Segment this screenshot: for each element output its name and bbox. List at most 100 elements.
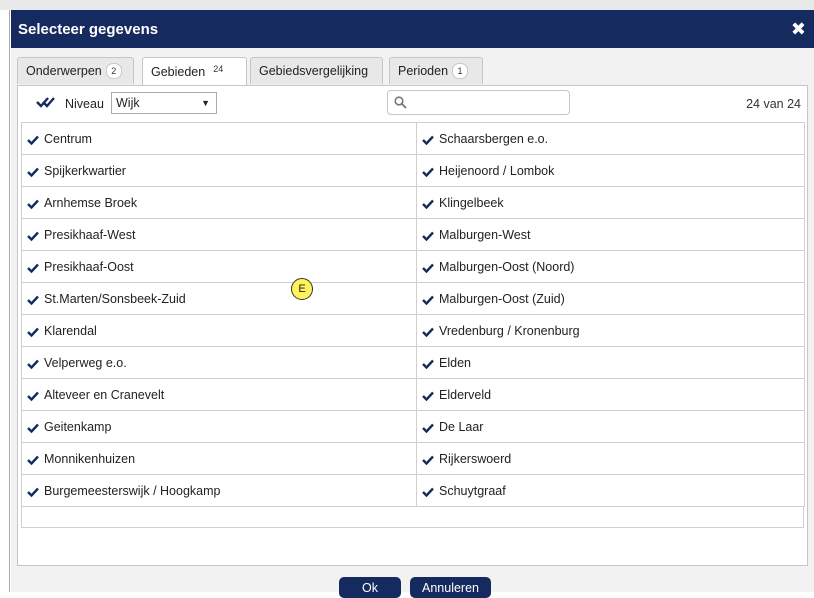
area-label: Centrum — [44, 131, 92, 146]
tab-label: Perioden — [398, 64, 449, 78]
area-item[interactable]: Burgemeesterswijk / Hoogkamp — [22, 475, 417, 507]
area-label: St.Marten/Sonsbeek-Zuid — [44, 291, 186, 306]
search-icon — [394, 96, 407, 112]
area-label: Malburgen-Oost (Noord) — [439, 259, 575, 274]
tab-badge: 24 — [213, 63, 224, 74]
close-icon[interactable]: ✖ — [791, 20, 806, 38]
areas-toolbar: Niveau Wijk ▼ 24 van 24 — [18, 86, 807, 122]
area-item[interactable]: St.Marten/Sonsbeek-Zuid — [22, 283, 417, 315]
area-item[interactable]: Malburgen-Oost (Zuid) — [417, 283, 805, 315]
check-icon — [422, 262, 434, 273]
area-item[interactable]: Malburgen-Oost (Noord) — [417, 251, 805, 283]
tab-label: Gebieden — [151, 64, 206, 79]
area-item[interactable]: Velperweg e.o. — [22, 347, 417, 379]
tab-label: Onderwerpen — [26, 64, 102, 78]
check-icon — [422, 390, 434, 401]
check-icon — [27, 294, 39, 305]
check-icon — [422, 134, 434, 145]
area-item[interactable]: Klarendal — [22, 315, 417, 347]
background-window — [0, 0, 814, 10]
area-item[interactable]: Centrum — [22, 123, 417, 155]
area-label: Elden — [439, 355, 471, 370]
tab-badge: 2 — [105, 63, 122, 79]
list-footer — [21, 507, 804, 528]
check-icon — [27, 198, 39, 209]
area-label: Rijkerswoerd — [439, 451, 512, 466]
check-icon — [27, 262, 39, 273]
niveau-label: Niveau — [65, 97, 104, 111]
area-item[interactable]: Schuytgraaf — [417, 475, 805, 507]
check-all-icon[interactable] — [36, 96, 56, 111]
check-icon — [27, 486, 39, 497]
area-item[interactable]: Presikhaaf-Oost — [22, 251, 417, 283]
area-list: Centrum Schaarsbergen e.o. Spijkerkwartier… — [21, 122, 805, 507]
area-item[interactable]: Elden — [417, 347, 805, 379]
tab-bar: Onderwerpen 2 Gebieden 24 Gebiedsvergeli… — [11, 48, 814, 85]
check-icon — [27, 454, 39, 465]
area-label: Monnikenhuizen — [44, 451, 136, 466]
check-icon — [422, 358, 434, 369]
tab-badge: 1 — [452, 63, 469, 79]
area-item[interactable]: Monnikenhuizen — [22, 443, 417, 475]
niveau-select[interactable]: Wijk ▼ — [111, 92, 217, 114]
dialog-title: Selecteer gegevens — [18, 20, 159, 38]
area-label: Schuytgraaf — [439, 483, 506, 498]
area-item[interactable]: Vredenburg / Kronenburg — [417, 315, 805, 347]
area-label: Arnhemse Broek — [44, 195, 138, 210]
area-item[interactable]: Elderveld — [417, 379, 805, 411]
check-icon — [422, 454, 434, 465]
tab-gebieden[interactable]: Gebieden 24 — [142, 57, 247, 85]
check-icon — [27, 422, 39, 433]
ok-button[interactable]: Ok — [339, 577, 401, 598]
area-label: De Laar — [439, 419, 484, 434]
dialog-titlebar: Selecteer gegevens ✖ — [11, 10, 814, 48]
area-item[interactable]: Presikhaaf-West — [22, 219, 417, 251]
tab-perioden[interactable]: Perioden 1 — [389, 57, 483, 84]
check-icon — [27, 166, 39, 177]
area-label: Klarendal — [44, 323, 97, 338]
check-icon — [27, 390, 39, 401]
area-label: Malburgen-West — [439, 227, 531, 242]
area-item[interactable]: Alteveer en Cranevelt — [22, 379, 417, 411]
tab-onderwerpen[interactable]: Onderwerpen 2 — [17, 57, 134, 84]
tab-gebiedsvergelijking[interactable]: Gebiedsvergelijking — [250, 57, 383, 84]
area-item[interactable]: Spijkerkwartier — [22, 155, 417, 187]
selection-count: 24 van 24 — [746, 97, 801, 111]
check-icon — [422, 230, 434, 241]
areas-panel: Niveau Wijk ▼ 24 van 24 Centrum Schaarsbe… — [17, 85, 808, 566]
area-item[interactable]: Schaarsbergen e.o. — [417, 123, 805, 155]
check-icon — [27, 134, 39, 145]
check-icon — [422, 198, 434, 209]
cancel-button[interactable]: Annuleren — [410, 577, 491, 598]
area-label: Heijenoord / Lombok — [439, 163, 555, 178]
area-item[interactable]: Heijenoord / Lombok — [417, 155, 805, 187]
background-edge — [0, 10, 10, 592]
area-item[interactable]: Geitenkamp — [22, 411, 417, 443]
area-label: Malburgen-Oost (Zuid) — [439, 291, 565, 306]
area-item[interactable]: Malburgen-West — [417, 219, 805, 251]
chevron-down-icon: ▼ — [201, 98, 210, 108]
annotation-marker: E — [291, 278, 313, 300]
area-label: Velperweg e.o. — [44, 355, 127, 370]
area-label: Schaarsbergen e.o. — [439, 131, 549, 146]
area-item[interactable]: Arnhemse Broek — [22, 187, 417, 219]
niveau-select-value: Wijk — [116, 96, 140, 110]
check-icon — [27, 230, 39, 241]
check-icon — [422, 294, 434, 305]
area-item[interactable]: Rijkerswoerd — [417, 443, 805, 475]
check-icon — [27, 326, 39, 337]
select-data-dialog: Selecteer gegevens ✖ Onderwerpen 2 Gebie… — [11, 10, 814, 598]
area-label: Presikhaaf-West — [44, 227, 136, 242]
check-icon — [422, 326, 434, 337]
search-input[interactable] — [387, 90, 570, 115]
area-item[interactable]: De Laar — [417, 411, 805, 443]
area-item[interactable]: Klingelbeek — [417, 187, 805, 219]
area-label: Klingelbeek — [439, 195, 504, 210]
area-label: Elderveld — [439, 387, 492, 402]
tab-label: Gebiedsvergelijking — [259, 64, 369, 78]
area-label: Burgemeesterswijk / Hoogkamp — [44, 483, 221, 498]
check-icon — [422, 486, 434, 497]
area-label: Alteveer en Cranevelt — [44, 387, 165, 402]
check-icon — [422, 422, 434, 433]
area-label: Presikhaaf-Oost — [44, 259, 134, 274]
